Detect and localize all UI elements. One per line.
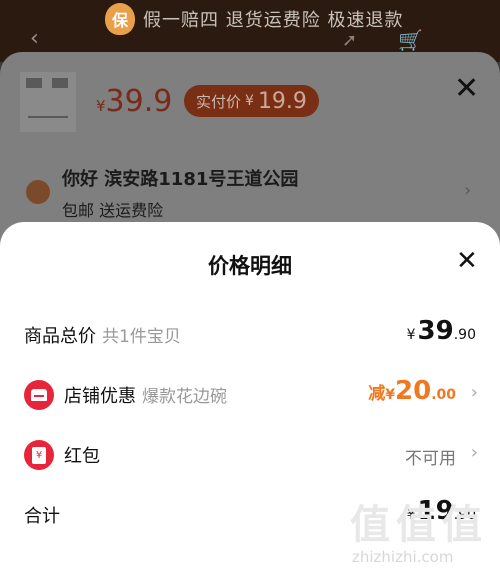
page-title: 价格明细 [208,254,292,278]
row-total-goods: 商品总价 共1件宝贝 ¥39.90 [0,314,500,354]
location-pin-icon [26,180,50,204]
red-packet-icon: ¥ [24,440,54,470]
product-thumbnail[interactable] [20,72,76,132]
row-sub: 共1件宝贝 [102,327,181,347]
real-price-pill: 实付价 ¥19.9 [184,85,319,117]
row-value: ¥39.90 [406,316,476,346]
shield-icon: 保 [105,3,135,35]
share-icon[interactable]: ➚ [342,30,357,51]
banner-text: 假一赔四 退货运费险 极速退款 [143,10,404,31]
cart-icon[interactable]: 🛒 [398,28,423,52]
address-subtitle: 包邮 送运费险 [62,201,164,220]
watermark-text: zhizhizhi.com [352,548,454,566]
store-icon [24,380,54,410]
row-label: 店铺优惠 [64,386,136,407]
watermark: 值 值 值 zhizhizhi.com [350,502,482,566]
chevron-right-icon[interactable]: › [464,180,471,201]
row-label: 商品总价 [24,326,96,347]
close-icon[interactable]: ✕ [454,74,479,104]
discount-value: 减 ¥20.00 [368,376,456,406]
not-available-text: 不可用 [405,449,456,469]
address-title[interactable]: 你好 滨安路1181号王道公园 [62,165,298,191]
row-store-discount[interactable]: 店铺优惠 爆款花边碗 减 ¥20.00 › [0,374,500,414]
row-label: 合计 [24,506,60,527]
chevron-right-icon[interactable]: › [471,442,478,463]
row-sub: 爆款花边碗 [142,387,227,407]
row-label: 红包 [64,446,100,467]
chevron-left-icon[interactable]: ‹ [30,26,39,51]
sku-price: ¥39.9 [96,84,173,119]
row-red-packet[interactable]: ¥ 红包 不可用 › [0,434,500,474]
guarantee-banner: 保 假一赔四 退货运费险 极速退款 [105,0,403,38]
chevron-right-icon[interactable]: › [471,382,478,403]
close-icon[interactable]: ✕ [456,248,478,274]
